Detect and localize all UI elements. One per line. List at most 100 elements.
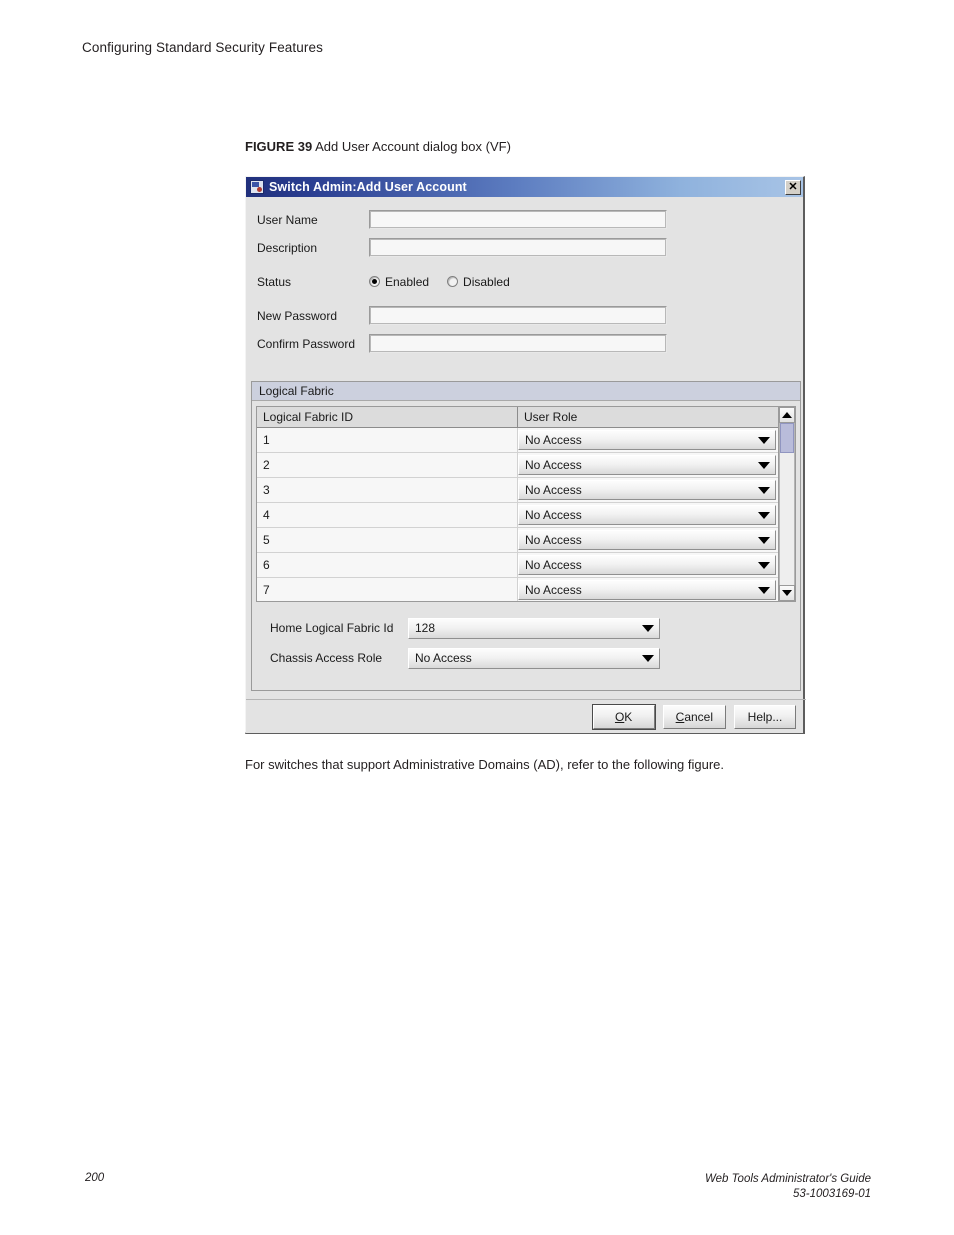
running-header: Configuring Standard Security Features xyxy=(82,40,323,55)
chassis-access-role-combo[interactable]: No Access xyxy=(408,647,660,669)
chassis-access-role-value: No Access xyxy=(415,651,472,665)
chevron-down-icon xyxy=(758,461,770,469)
table-row[interactable]: 3 No Access xyxy=(257,478,778,503)
user-role-select[interactable]: No Access xyxy=(518,580,776,600)
column-header-user-role: User Role xyxy=(524,410,578,424)
scroll-down-arrow-icon[interactable] xyxy=(779,585,795,601)
cell-user-role: No Access xyxy=(518,578,778,601)
chevron-down-icon xyxy=(642,654,654,662)
cell-logical-fabric-id: 5 xyxy=(257,528,518,552)
scroll-track[interactable] xyxy=(779,423,795,585)
status-label: Status xyxy=(257,274,292,289)
account-form: User Name Description Status Enabled Dis… xyxy=(246,197,806,369)
user-role-value: No Access xyxy=(525,558,582,572)
cell-user-role: No Access xyxy=(518,428,778,452)
table-header-row: Logical Fabric ID User Role xyxy=(257,407,778,428)
confirm-password-label: Confirm Password xyxy=(257,336,356,351)
user-role-select[interactable]: No Access xyxy=(518,555,776,575)
footer-doc-number: 53-1003169-01 xyxy=(792,1188,871,1200)
column-header-logical-fabric-id: Logical Fabric ID xyxy=(257,407,518,427)
status-radio-disabled[interactable]: Disabled xyxy=(447,275,510,289)
dialog-button-bar: OK Cancel Help... xyxy=(246,699,806,733)
user-role-select[interactable]: No Access xyxy=(518,530,776,550)
user-role-value: No Access xyxy=(525,508,582,522)
chevron-down-icon xyxy=(758,436,770,444)
cell-user-role: No Access xyxy=(518,553,778,577)
new-password-input[interactable] xyxy=(369,306,667,325)
user-role-select[interactable]: No Access xyxy=(518,430,776,450)
description-input[interactable] xyxy=(369,238,667,257)
table-row[interactable]: 7 No Access xyxy=(257,578,778,601)
footer-page-number: 200 xyxy=(85,1172,105,1184)
table-row[interactable]: 6 No Access xyxy=(257,553,778,578)
user-role-value: No Access xyxy=(525,533,582,547)
scroll-down-glyph xyxy=(782,590,792,596)
figure-label: FIGURE 39 xyxy=(245,139,313,154)
ok-button-label: K xyxy=(624,709,633,724)
logical-fabric-table-body: Logical Fabric ID User Role 1 No Access 2 N… xyxy=(257,407,778,601)
home-logical-fabric-select[interactable]: 128 xyxy=(408,617,660,639)
user-role-select[interactable]: No Access xyxy=(518,505,776,525)
logical-fabric-panel-title: Logical Fabric xyxy=(252,382,800,401)
footer-guide-title: Web Tools Administrator's Guide xyxy=(704,1173,871,1185)
chevron-down-icon xyxy=(758,536,770,544)
home-logical-fabric-combo[interactable]: 128 xyxy=(408,617,660,639)
footer-document-info: Web Tools Administrator's Guide 53-10031… xyxy=(705,1172,871,1202)
help-button[interactable]: Help... xyxy=(734,704,796,729)
user-name-input[interactable] xyxy=(369,210,667,229)
scroll-thumb[interactable] xyxy=(780,423,794,453)
user-role-value: No Access xyxy=(525,458,582,472)
logical-fabric-panel: Logical Fabric Logical Fabric ID User Ro… xyxy=(251,381,801,691)
chevron-down-icon xyxy=(642,624,654,632)
cell-logical-fabric-id: 3 xyxy=(257,478,518,502)
table-row[interactable]: 4 No Access xyxy=(257,503,778,528)
cell-user-role: No Access xyxy=(518,503,778,527)
radio-selected-icon xyxy=(369,276,380,287)
new-password-label: New Password xyxy=(257,308,338,323)
scroll-up-glyph xyxy=(782,412,792,418)
ok-button[interactable]: OK xyxy=(591,703,656,730)
dialog-titlebar[interactable]: Switch Admin:Add User Account ✕ xyxy=(246,177,803,197)
cancel-button-mnemonic: C xyxy=(675,709,685,724)
chassis-access-role-row: Chassis Access Role No Access xyxy=(270,647,690,669)
cell-user-role: No Access xyxy=(518,478,778,502)
table-rows-container: 1 No Access 2 No Access 3 No Access 4 No Access… xyxy=(257,428,778,601)
description-label: Description xyxy=(257,240,318,255)
home-logical-fabric-value: 128 xyxy=(415,621,436,635)
status-radio-enabled[interactable]: Enabled xyxy=(369,275,429,289)
user-name-label: User Name xyxy=(257,212,318,227)
chassis-access-role-select[interactable]: No Access xyxy=(408,647,660,669)
confirm-password-input[interactable] xyxy=(369,334,667,353)
form-row-confirm-password: Confirm Password xyxy=(257,333,667,354)
status-enabled-label: Enabled xyxy=(385,274,430,289)
user-role-value: No Access xyxy=(525,483,582,497)
table-row[interactable]: 5 No Access xyxy=(257,528,778,553)
cell-logical-fabric-id: 7 xyxy=(257,578,518,601)
table-vertical-scrollbar[interactable] xyxy=(778,407,795,601)
app-window-icon xyxy=(250,180,264,194)
dialog-body: User Name Description Status Enabled Dis… xyxy=(246,197,806,733)
cell-logical-fabric-id: 4 xyxy=(257,503,518,527)
form-row-new-password: New Password xyxy=(257,305,667,326)
figure-caption-text: Add User Account dialog box (VF) xyxy=(312,139,511,154)
close-icon[interactable]: ✕ xyxy=(785,179,801,195)
table-row[interactable]: 2 No Access xyxy=(257,453,778,478)
chevron-down-icon xyxy=(758,486,770,494)
chevron-down-icon xyxy=(758,586,770,594)
user-role-select[interactable]: No Access xyxy=(518,480,776,500)
status-disabled-label: Disabled xyxy=(463,274,510,289)
cancel-button[interactable]: Cancel xyxy=(662,704,726,729)
form-row-user-name: User Name xyxy=(257,209,667,230)
body-paragraph: For switches that support Administrative… xyxy=(245,757,725,772)
chevron-down-icon xyxy=(758,561,770,569)
status-radio-group: Enabled Disabled xyxy=(369,275,510,289)
form-row-status: Status Enabled Disabled xyxy=(257,271,510,292)
cell-user-role: No Access xyxy=(518,453,778,477)
cell-logical-fabric-id: 6 xyxy=(257,553,518,577)
scroll-up-arrow-icon[interactable] xyxy=(779,407,795,423)
user-role-select[interactable]: No Access xyxy=(518,455,776,475)
table-row[interactable]: 1 No Access xyxy=(257,428,778,453)
radio-unselected-icon xyxy=(447,276,459,287)
ok-button-mnemonic: O xyxy=(614,709,625,724)
user-role-value: No Access xyxy=(525,433,582,447)
